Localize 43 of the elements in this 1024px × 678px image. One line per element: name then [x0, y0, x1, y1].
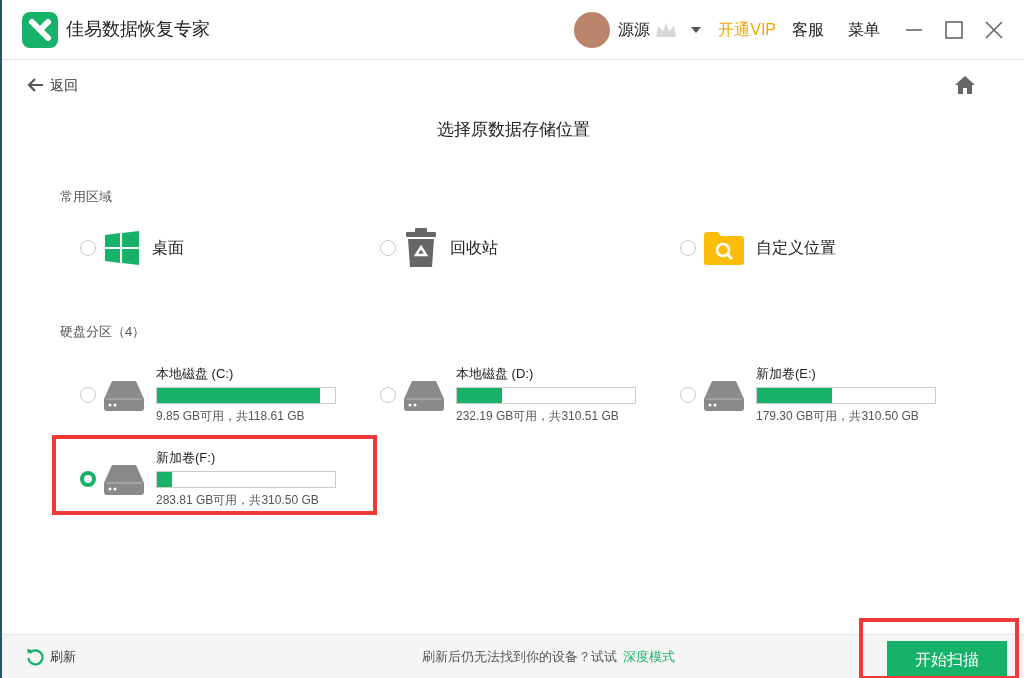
refresh-button[interactable]: 刷新 [26, 646, 76, 667]
hint-text: 刷新后仍无法找到你的设备？试试 [422, 647, 617, 666]
app-title: 佳易数据恢复专家 [66, 18, 210, 41]
section-label: 常用区域 [60, 187, 113, 206]
radio-button[interactable] [680, 240, 696, 256]
drive-info: 232.19 GB可用，共310.51 GB [456, 409, 620, 423]
radio-button[interactable] [80, 240, 96, 256]
drive-name: 本地磁盘 (D:) [456, 366, 535, 382]
username: 源源 [618, 19, 651, 40]
service-link[interactable]: 客服 [792, 17, 824, 42]
location-label[interactable]: 自定义位置 [756, 236, 836, 260]
drive-name: 新加卷(E:) [756, 366, 817, 382]
search-folder-icon [704, 231, 744, 265]
hard-drive-icon [104, 462, 144, 495]
radio-button[interactable] [80, 470, 96, 487]
close-icon[interactable] [984, 19, 1004, 40]
back-button[interactable]: 返回 [26, 74, 78, 96]
radio-button[interactable] [380, 386, 396, 403]
menu-link[interactable]: 菜单 [848, 17, 880, 42]
section-label: 硬盘分区（4） [60, 323, 147, 341]
drive-info: 179.30 GB可用，共310.50 GB [756, 409, 920, 423]
refresh-icon [26, 647, 44, 666]
drive-info: 9.85 GB可用，共118.61 GB [156, 409, 306, 423]
drive-name: 新加卷(F:) [156, 450, 217, 466]
radio-button[interactable] [380, 240, 396, 256]
hard-drive-icon [104, 378, 144, 411]
location-label[interactable]: 回收站 [450, 236, 498, 260]
drive-info: 283.81 GB可用，共310.50 GB [156, 493, 320, 507]
radio-button[interactable] [680, 386, 696, 403]
radio-button[interactable] [80, 386, 96, 403]
caret-icon[interactable] [690, 25, 703, 34]
windows-logo-icon [104, 230, 140, 266]
home-icon[interactable] [954, 75, 976, 95]
back-arrow-icon [26, 77, 44, 93]
avatar [574, 11, 611, 48]
hard-drive-icon [704, 378, 744, 411]
drive-name: 本地磁盘 (C:) [156, 366, 235, 382]
hard-drive-icon [404, 378, 444, 411]
trash-can-icon [404, 228, 438, 268]
location-label[interactable]: 桌面 [152, 236, 184, 260]
app-logo-icon [22, 11, 58, 48]
maximize-icon[interactable] [944, 19, 964, 40]
page-title: 选择原数据存储位置 [435, 119, 591, 141]
